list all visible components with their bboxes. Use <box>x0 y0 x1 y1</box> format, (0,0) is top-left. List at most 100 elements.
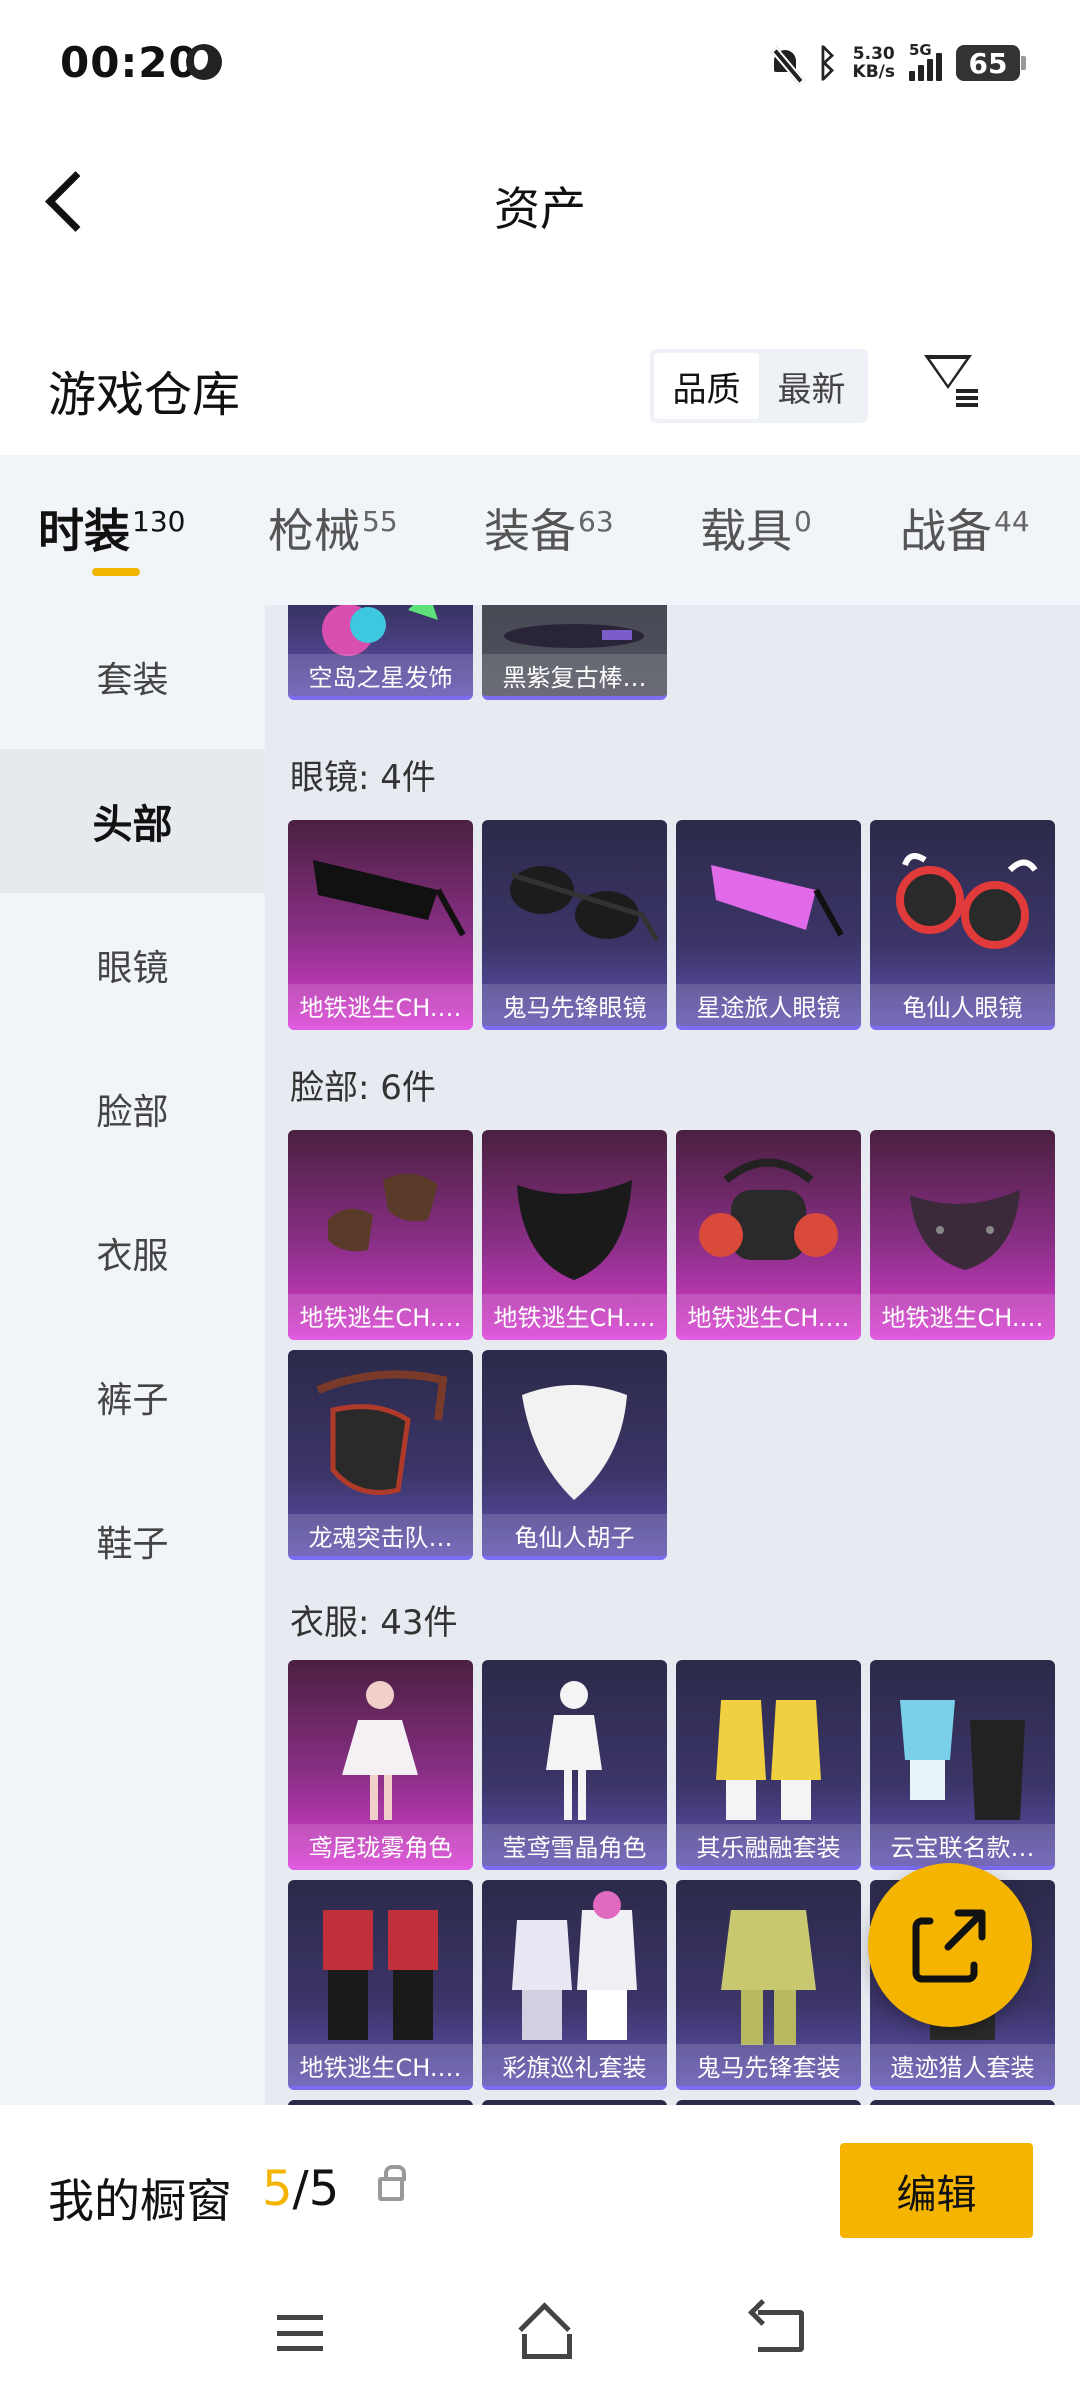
item-image <box>870 1660 1055 1828</box>
item-card[interactable]: 鬼马先锋眼镜 <box>482 820 667 1030</box>
item-name: 鬼马先锋套装 <box>676 2044 861 2086</box>
item-image <box>676 1660 861 1828</box>
item-image <box>288 1880 473 2048</box>
signal-icon: 5G <box>909 41 942 81</box>
item-name: 龙魂突击队… <box>288 1514 473 1556</box>
bell-off-icon <box>770 46 802 80</box>
tab-label: 时装 <box>38 504 130 558</box>
item-image <box>288 1350 473 1518</box>
net-speed-unit: KB/s <box>852 62 895 82</box>
item-image <box>288 1660 473 1828</box>
item-card[interactable]: 星途旅人眼镜 <box>676 820 861 1030</box>
item-name: 地铁逃生CH.… <box>870 1294 1055 1336</box>
item-card[interactable]: 地铁逃生CH.… <box>870 1130 1055 1340</box>
item-image <box>482 820 667 988</box>
battery-level: 65 <box>968 46 1008 80</box>
item-card[interactable]: 地铁逃生CH.… <box>288 1130 473 1340</box>
item-image <box>870 1130 1055 1298</box>
tab-vehicles[interactable]: 载具0 <box>700 495 812 575</box>
share-icon <box>912 1909 986 1983</box>
sidebar-item-suits[interactable]: 套装 <box>0 605 265 749</box>
item-card[interactable]: 空岛之星发饰 <box>288 605 473 700</box>
item-card[interactable]: 云宝联名款… <box>870 1660 1055 1870</box>
share-button[interactable] <box>868 1863 1032 2027</box>
section-title-face: 脸部: 6件 <box>290 1068 436 1108</box>
showcase-bar: 我的橱窗 5/5 编辑 <box>0 2105 1080 2270</box>
item-image <box>288 820 473 988</box>
tab-label: 枪械 <box>268 504 360 558</box>
item-card[interactable]: 鸢尾珑雾角色 <box>288 1660 473 1870</box>
network-speed: 5.30 KB/s <box>853 45 895 81</box>
item-name: 地铁逃生CH.… <box>288 984 473 1026</box>
item-name: 鸢尾珑雾角色 <box>288 1824 473 1866</box>
edit-button[interactable]: 编辑 <box>840 2143 1033 2238</box>
back-nav-icon[interactable] <box>758 2310 804 2352</box>
sort-by-quality[interactable]: 品质 <box>654 353 759 419</box>
item-card[interactable]: 龙魂突击队… <box>288 1350 473 1560</box>
item-name: 黑紫复古棒… <box>482 654 667 696</box>
sidebar-item-face[interactable]: 脸部 <box>0 1037 265 1181</box>
tab-count: 0 <box>794 504 812 538</box>
menu-icon[interactable] <box>277 2315 323 2351</box>
tab-label: 装备 <box>484 504 576 558</box>
item-name: 地铁逃生CH.… <box>676 1294 861 1336</box>
showcase-total: 5 <box>308 2161 340 2217</box>
item-card[interactable]: 地铁逃生CH.… <box>288 820 473 1030</box>
tab-label: 战备 <box>900 504 992 558</box>
item-card[interactable]: 鬼马先锋套装 <box>676 1880 861 2090</box>
sidebar-item-clothes[interactable]: 衣服 <box>0 1181 265 1325</box>
item-name: 地铁逃生CH.… <box>288 1294 473 1336</box>
tab-equipment[interactable]: 装备63 <box>484 495 614 575</box>
item-image <box>288 605 473 658</box>
item-image <box>482 1130 667 1298</box>
item-name: 星途旅人眼镜 <box>676 984 861 1026</box>
sidebar-item-glasses[interactable]: 眼镜 <box>0 893 265 1037</box>
category-tabs: 时装130 枪械55 装备63 载具0 战备44 <box>0 455 1080 605</box>
item-name: 龟仙人胡子 <box>482 1514 667 1556</box>
item-image <box>482 1660 667 1828</box>
showcase-count: 5/5 <box>262 2161 339 2217</box>
item-name: 龟仙人眼镜 <box>870 984 1055 1026</box>
filter-icon[interactable] <box>918 349 988 419</box>
tab-weapons[interactable]: 枪械55 <box>268 495 398 575</box>
status-time: 00:20 <box>60 38 199 87</box>
item-card[interactable]: 地铁逃生CH.… <box>288 1880 473 2090</box>
tab-supplies[interactable]: 战备44 <box>900 495 1030 575</box>
sidebar-item-head[interactable]: 头部 <box>0 749 265 893</box>
item-image <box>288 1130 473 1298</box>
item-card[interactable]: 莹鸢雪晶角色 <box>482 1660 667 1870</box>
item-card[interactable]: 地铁逃生CH.… <box>676 1130 861 1340</box>
item-name: 遗迹猎人套装 <box>870 2044 1055 2086</box>
warehouse-header: 游戏仓库 品质 最新 <box>0 325 1080 455</box>
item-name: 云宝联名款… <box>870 1824 1055 1866</box>
sidebar-item-shoes[interactable]: 鞋子 <box>0 1469 265 1613</box>
tab-count: 130 <box>132 504 186 538</box>
lock-icon <box>378 2165 406 2201</box>
item-card[interactable]: 其乐融融套装 <box>676 1660 861 1870</box>
status-icons: ᛒ 5.30 KB/s 5G 65 <box>770 40 1026 86</box>
showcase-current: 5 <box>262 2161 293 2217</box>
item-card[interactable]: 黑紫复古棒… <box>482 605 667 700</box>
item-name: 鬼马先锋眼镜 <box>482 984 667 1026</box>
item-card[interactable]: 地铁逃生CH.… <box>482 1130 667 1340</box>
item-card[interactable]: 彩旗巡礼套装 <box>482 1880 667 2090</box>
showcase-separator: / <box>292 2161 309 2217</box>
tab-fashion[interactable]: 时装130 <box>38 495 185 575</box>
item-card[interactable]: 龟仙人眼镜 <box>870 820 1055 1030</box>
home-icon[interactable] <box>514 2306 572 2359</box>
header: 资产 <box>0 125 1080 275</box>
sidebar-item-pants[interactable]: 裤子 <box>0 1325 265 1469</box>
item-image <box>482 1880 667 2048</box>
item-card[interactable]: 龟仙人胡子 <box>482 1350 667 1560</box>
item-name: 地铁逃生CH.… <box>288 2044 473 2086</box>
item-name: 彩旗巡礼套装 <box>482 2044 667 2086</box>
globe-icon <box>186 44 222 80</box>
sidebar: 套装 头部 眼镜 脸部 衣服 裤子 鞋子 <box>0 605 265 2105</box>
sort-by-latest[interactable]: 最新 <box>759 353 864 419</box>
section-title-clothes: 衣服: 43件 <box>290 1603 458 1643</box>
system-nav-bar <box>0 2270 1080 2400</box>
sort-toggle: 品质 最新 <box>650 349 868 423</box>
tab-active-indicator <box>92 568 140 576</box>
tab-count: 55 <box>362 504 398 538</box>
item-name: 其乐融融套装 <box>676 1824 861 1866</box>
